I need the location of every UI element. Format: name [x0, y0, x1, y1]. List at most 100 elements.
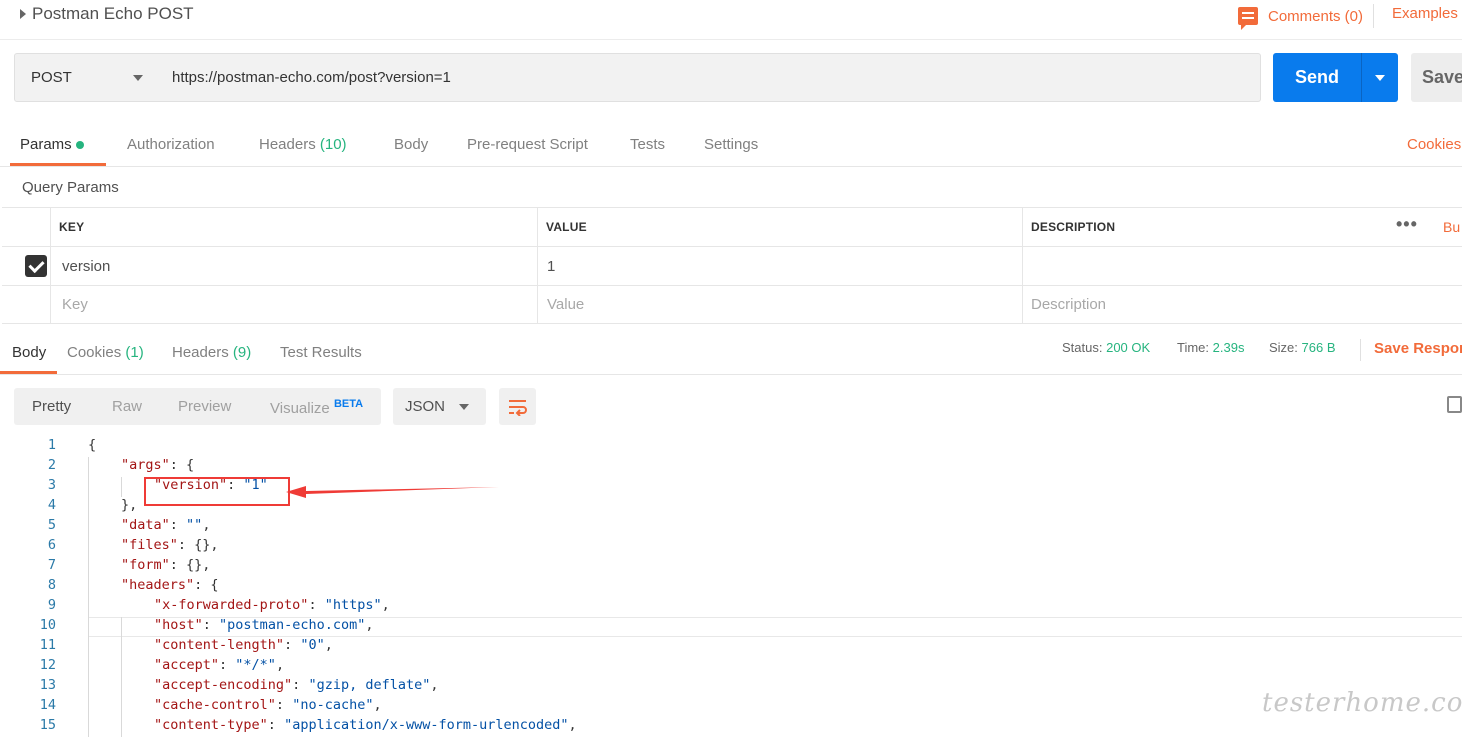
request-tabs: Params Authorization Headers (10) Body P…: [0, 126, 1462, 167]
mode-preview[interactable]: Preview: [178, 398, 231, 415]
tab-count: (10): [319, 136, 347, 153]
code-line: 13 "accept-encoding": "gzip, deflate",: [0, 677, 1462, 697]
mode-visualize[interactable]: Visualize BETA: [270, 398, 363, 417]
line-number: 14: [39, 697, 56, 713]
description-input[interactable]: Description: [1022, 286, 1462, 323]
mode-pretty[interactable]: Pretty: [32, 398, 71, 415]
param-value-cell[interactable]: 1: [537, 247, 1023, 285]
tab-count: (1): [125, 344, 144, 361]
annotation-highlight-box: [144, 477, 290, 506]
code-text: "args": {: [121, 457, 195, 473]
param-key-cell[interactable]: version: [50, 247, 538, 285]
size-value[interactable]: 766 B: [1302, 340, 1336, 355]
line-number: 8: [47, 577, 56, 593]
query-params-title: Query Params: [22, 179, 119, 196]
tab-response-headers[interactable]: Headers (9): [172, 344, 251, 361]
size-label: Size:: [1269, 340, 1298, 355]
request-title: Postman Echo POST: [32, 4, 194, 23]
tab-response-body[interactable]: Body: [12, 344, 46, 361]
code-text: {: [88, 437, 97, 453]
code-line: 6 "files": {},: [0, 537, 1462, 557]
status-value[interactable]: 200 OK: [1106, 340, 1150, 355]
indent-guide: [88, 457, 89, 737]
response-status: Status: 200 OK: [1062, 340, 1150, 355]
code-line: 7 "form": {},: [0, 557, 1462, 577]
param-enabled-checkbox[interactable]: [25, 255, 47, 277]
tab-tests[interactable]: Tests: [630, 136, 665, 153]
save-response-button[interactable]: Save Respor: [1374, 340, 1462, 357]
method-select[interactable]: POST: [14, 53, 160, 102]
code-line: 5 "data": "",: [0, 517, 1462, 537]
column-header-value: VALUE: [537, 208, 1023, 246]
time-value[interactable]: 2.39s: [1213, 340, 1245, 355]
chevron-down-icon: [1375, 74, 1385, 81]
url-value: https://postman-echo.com/post?version=1: [172, 69, 451, 86]
response-size: Size: 766 B: [1269, 340, 1336, 355]
line-number: 15: [39, 717, 56, 733]
send-options-button[interactable]: [1361, 53, 1398, 102]
tab-pre-request-script[interactable]: Pre-request Script: [467, 136, 588, 153]
tab-count: (9): [232, 344, 252, 361]
url-input[interactable]: https://postman-echo.com/post?version=1: [159, 53, 1261, 102]
code-text: "x-forwarded-proto": "https",: [154, 597, 390, 613]
line-number: 9: [47, 597, 56, 613]
tab-label: Tests: [630, 136, 666, 153]
line-number: 11: [39, 637, 56, 653]
line-number: 12: [39, 657, 56, 673]
request-name[interactable]: Postman Echo POST: [20, 4, 194, 24]
tab-params[interactable]: Params: [20, 136, 84, 153]
params-indicator-dot: [75, 141, 84, 150]
comments-button[interactable]: Comments (0): [1238, 4, 1375, 30]
tab-response-cookies[interactable]: Cookies (1): [67, 344, 144, 361]
tab-test-results[interactable]: Test Results: [280, 344, 362, 361]
code-text: "content-type": "application/x-www-form-…: [154, 717, 577, 733]
line-number: 3: [47, 477, 56, 493]
tab-label: Cookies: [67, 344, 122, 361]
cookies-link[interactable]: Cookies: [1407, 136, 1461, 153]
tab-label: Body: [12, 344, 47, 361]
watermark: testerhome.com: [1262, 688, 1462, 718]
key-input[interactable]: Key: [50, 286, 538, 323]
tab-label: Body: [394, 136, 429, 153]
chevron-down-icon: [133, 74, 143, 81]
tab-authorization[interactable]: Authorization: [127, 136, 215, 153]
tab-headers[interactable]: Headers (10): [259, 136, 347, 153]
annotation-arrow: [286, 486, 499, 498]
line-number: 7: [47, 557, 56, 573]
status-label: Status:: [1062, 340, 1103, 355]
code-line: 8 "headers": {: [0, 577, 1462, 597]
more-options-icon[interactable]: •••: [1396, 214, 1418, 235]
line-number: 13: [39, 677, 56, 693]
format-value: JSON: [405, 398, 446, 415]
expand-triangle-icon[interactable]: [20, 9, 26, 19]
code-text: "accept": "*/*",: [154, 657, 285, 673]
line-number: 10: [39, 617, 56, 633]
comments-label: Comments (0): [1268, 7, 1364, 25]
copy-icon[interactable]: [1447, 396, 1462, 413]
comment-icon: [1238, 7, 1258, 30]
bulk-edit-link[interactable]: Bu: [1443, 219, 1460, 235]
mode-label: Visualize: [270, 400, 330, 417]
active-tab-indicator: [10, 163, 106, 166]
save-button[interactable]: Save: [1411, 53, 1462, 102]
value-input[interactable]: Value: [537, 286, 1023, 323]
code-line: 10 "host": "postman-echo.com",: [0, 617, 1462, 637]
format-select[interactable]: JSON: [393, 388, 486, 425]
code-line: 11 "content-length": "0",: [0, 637, 1462, 657]
indent-guide: [121, 477, 122, 497]
param-description-cell[interactable]: [1022, 247, 1462, 285]
divider: [1360, 339, 1361, 361]
mode-raw[interactable]: Raw: [112, 398, 142, 415]
examples-button[interactable]: Examples: [1392, 5, 1458, 22]
tab-settings[interactable]: Settings: [704, 136, 758, 153]
tab-label: Settings: [704, 136, 759, 153]
line-number: 4: [47, 497, 56, 513]
wrap-lines-button[interactable]: [499, 388, 536, 425]
table-row: version 1: [2, 246, 1462, 285]
code-line: 9 "x-forwarded-proto": "https",: [0, 597, 1462, 617]
code-text: "data": "",: [121, 517, 211, 533]
code-line: 14 "cache-control": "no-cache",: [0, 697, 1462, 717]
tab-body[interactable]: Body: [394, 136, 428, 153]
code-line: 15 "content-type": "application/x-www-for…: [0, 717, 1462, 737]
send-button[interactable]: Send: [1273, 53, 1361, 102]
